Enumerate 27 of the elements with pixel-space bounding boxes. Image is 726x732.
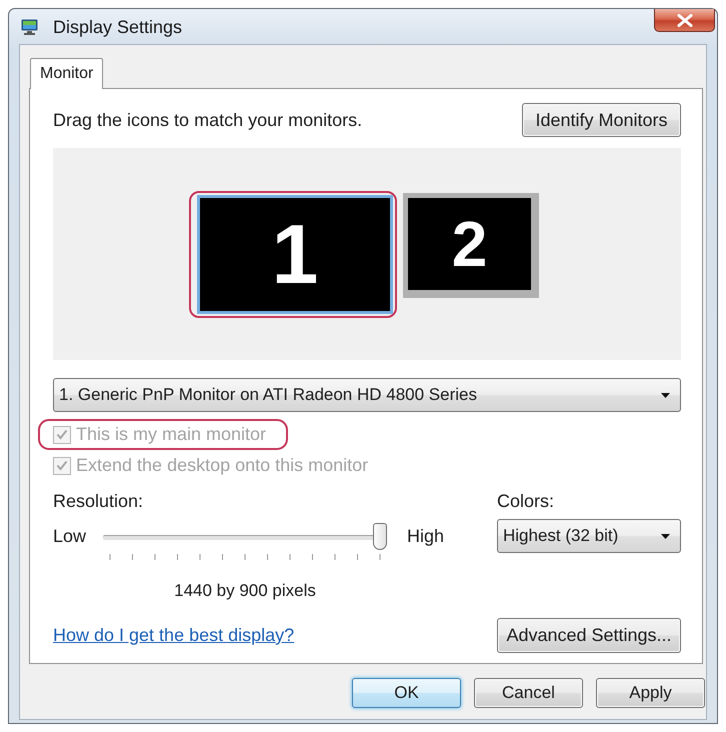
dialog-button[interactable]: OK <box>352 678 461 708</box>
window-title: Display Settings <box>53 16 182 38</box>
slider-min-label: Low <box>53 526 88 547</box>
resolution-label: Resolution: <box>53 491 144 512</box>
colors-dropdown[interactable]: Highest (32 bit) <box>497 519 681 553</box>
caret-icon <box>661 534 670 538</box>
monitor-tile[interactable]: 1 <box>197 194 393 314</box>
monitor-dropdown[interactable]: 1. Generic PnP Monitor on ATI Radeon HD 4800 Series <box>53 378 681 412</box>
dialog-button[interactable]: Cancel <box>474 678 583 708</box>
checkmark-icon <box>56 429 68 440</box>
checkmark-icon <box>56 460 68 471</box>
caret-icon <box>661 392 670 398</box>
colors-label: Colors: <box>497 491 556 512</box>
advanced-settings-button[interactable]: Advanced Settings... <box>497 618 681 653</box>
identify-monitors-button[interactable]: Identify Monitors <box>522 103 681 137</box>
dialog-button[interactable]: Apply <box>596 678 705 708</box>
slider-thumb[interactable] <box>373 523 387 550</box>
resolution-slider[interactable] <box>103 523 387 550</box>
close-button[interactable] <box>654 9 715 32</box>
help-link[interactable]: How do I get the best display? <box>53 625 294 646</box>
monitor-icon <box>21 18 38 34</box>
close-icon <box>676 14 692 26</box>
tab[interactable]: Monitor <box>30 58 104 89</box>
instruction-text: Drag the icons to match your monitors. <box>53 110 362 130</box>
slider-max-label: High <box>406 526 444 547</box>
resolution-reading: 1440 by 900 pixels <box>173 581 317 601</box>
monitor-tile[interactable]: 2 <box>403 192 539 298</box>
